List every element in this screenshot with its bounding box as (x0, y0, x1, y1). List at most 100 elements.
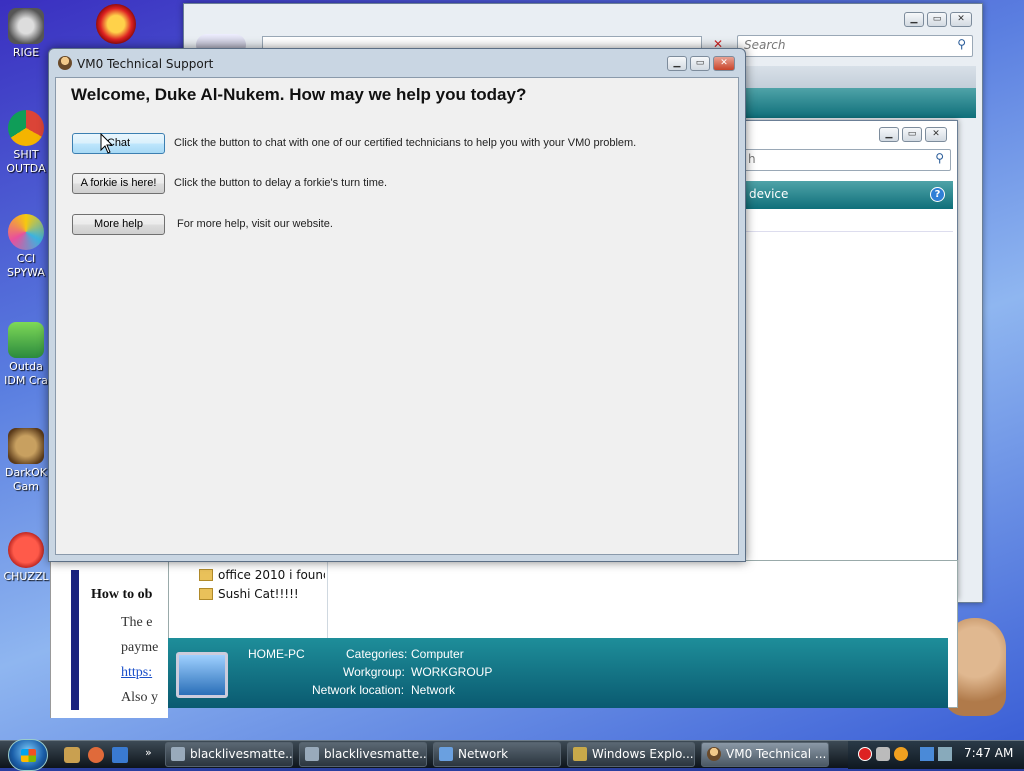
idm-icon (8, 322, 44, 358)
article-line: The e (121, 615, 153, 630)
task-bar-strip[interactable]: device ? (741, 181, 953, 209)
forkie-button[interactable]: A forkie is here! (72, 173, 165, 194)
window-caption-buttons: ▁ ▭ ✕ (879, 127, 947, 142)
quote-bar (71, 570, 79, 710)
quicklaunch-icon[interactable] (88, 747, 104, 763)
desktop-icon-label: CHUZZL (3, 570, 49, 583)
desktop-icon-label: CCI SPYWA (7, 252, 45, 279)
chrome-icon (8, 110, 44, 146)
details-pane: HOME-PC Categories: Computer Workgroup: … (168, 638, 948, 708)
desktop-icon-outda-idm[interactable]: Outda IDM Cra (0, 322, 52, 388)
dialog-caption-buttons: ▁ ▭ ✕ (667, 56, 735, 71)
workgroup-value: WORKGROUP (411, 665, 493, 679)
minimize-button[interactable]: ▁ (904, 12, 924, 27)
computer-name: HOME-PC (248, 647, 305, 661)
clock[interactable]: 7:47 AM (964, 746, 1013, 760)
taskbar-label: Windows Explo... (592, 747, 694, 761)
document-icon (171, 747, 185, 761)
vm0-support-dialog[interactable]: VM0 Technical Support ▁ ▭ ✕ Welcome, Duk… (48, 48, 746, 562)
welcome-heading: Welcome, Duke Al-Nukem. How may we help … (71, 85, 527, 104)
search-tray-icon[interactable] (894, 747, 908, 761)
search-icon[interactable]: ⚲ (935, 151, 944, 165)
money-bag-icon (8, 428, 44, 464)
search-input[interactable]: Search ⚲ (737, 35, 973, 57)
taskbar-label: Network (458, 747, 509, 761)
system-tray: 7:47 AM (848, 741, 1024, 769)
close-button[interactable]: ✕ (925, 127, 947, 142)
window-caption-buttons: ▁ ▭ ✕ (904, 12, 972, 27)
close-button[interactable]: ✕ (950, 12, 972, 27)
article-heading: How to ob (91, 587, 153, 602)
tray-icon[interactable] (876, 747, 890, 761)
document-icon (305, 747, 319, 761)
search-icon[interactable]: ⚲ (957, 37, 966, 51)
taskbar-label: VM0 Technical ... (726, 747, 827, 761)
desktop-icon-label: RIGE (12, 46, 40, 59)
app-icon (58, 56, 72, 70)
chat-button[interactable]: Chat (72, 133, 165, 154)
taskbar-button[interactable]: Windows Explo... (567, 742, 695, 767)
taskbar-button[interactable]: blacklivesmatte... (165, 742, 293, 767)
taskbar-button-active[interactable]: VM0 Technical ... (701, 742, 829, 767)
chat-description: Click the button to chat with one of our… (174, 137, 637, 149)
quicklaunch-icon[interactable] (64, 747, 80, 763)
folder-item[interactable]: Sushi Cat!!!!! (199, 587, 299, 601)
forkie-description: Click the button to delay a forkie's tur… (174, 177, 388, 189)
taskbar: » blacklivesmatte... blacklivesmatte... … (0, 739, 1024, 771)
raccoon-icon (8, 8, 44, 44)
taskbar-label: blacklivesmatte... (190, 747, 293, 761)
more-help-description: For more help, visit our website. (177, 218, 333, 230)
dialog-client-area: Welcome, Duke Al-Nukem. How may we help … (55, 77, 739, 555)
folder-icon (199, 569, 213, 581)
search-input[interactable]: h ⚲ (741, 149, 951, 171)
folder-icon (573, 747, 587, 761)
article-link[interactable]: https: (121, 665, 152, 681)
network-location-label: Network location: (312, 683, 405, 697)
computer-icon (176, 652, 228, 698)
desktop-icon-cci-spywa[interactable]: CCI SPYWA (0, 214, 52, 280)
volume-tray-icon[interactable] (938, 747, 952, 761)
mouse-cursor-icon (100, 133, 114, 154)
desktop-icon-shit-outda[interactable]: SHIT OUTDA (0, 110, 52, 176)
article-line: Also y (121, 690, 158, 705)
close-button[interactable]: ✕ (713, 56, 735, 71)
network-tray-icon[interactable] (920, 747, 934, 761)
taskbar-label: blacklivesmatte... (324, 747, 427, 761)
device-label: device (749, 187, 789, 201)
divider (741, 231, 953, 232)
folder-item[interactable]: office 2010 i found c (199, 568, 325, 582)
search-placeholder: Search (744, 38, 786, 52)
pinball-icon (96, 4, 136, 44)
desktop-icon-label: DarkOK Gam (5, 466, 47, 493)
desktop-icon-chuzzle[interactable]: CHUZZL (0, 532, 52, 584)
show-desktop-icon[interactable] (112, 747, 128, 763)
maximize-button[interactable]: ▭ (927, 12, 947, 27)
minimize-button[interactable]: ▁ (667, 56, 687, 71)
minimize-button[interactable]: ▁ (879, 127, 899, 142)
app-icon (707, 747, 721, 761)
network-icon (439, 747, 453, 761)
categories-value: Computer (411, 647, 464, 661)
more-icons-chevron[interactable]: » (145, 746, 152, 759)
desktop-icon-rige[interactable]: RIGE (0, 8, 52, 60)
more-help-button[interactable]: More help (72, 214, 165, 235)
taskbar-button[interactable]: blacklivesmatte... (299, 742, 427, 767)
desktop-icon-label: Outda IDM Cra (4, 360, 48, 387)
windows-logo-icon (21, 749, 36, 762)
desktop-icon-darkok[interactable]: DarkOK Gam (0, 428, 52, 494)
nav-pane-divider (327, 561, 328, 639)
background-window-network[interactable]: ▁ ▭ ✕ h ⚲ device ? (740, 120, 958, 600)
maximize-button[interactable]: ▭ (902, 127, 922, 142)
ccleaner-icon (8, 214, 44, 250)
maximize-button[interactable]: ▭ (690, 56, 710, 71)
network-location-value: Network (411, 683, 456, 697)
quicklaunch-icons (64, 747, 128, 763)
folder-label: Sushi Cat!!!!! (218, 587, 299, 601)
start-button[interactable] (8, 739, 48, 771)
security-alert-icon[interactable] (858, 747, 872, 761)
search-text: h (748, 152, 756, 166)
article-line: payme (121, 640, 159, 655)
taskbar-button[interactable]: Network (433, 742, 561, 767)
categories-label: Categories: (346, 647, 408, 661)
help-icon[interactable]: ? (930, 187, 945, 202)
